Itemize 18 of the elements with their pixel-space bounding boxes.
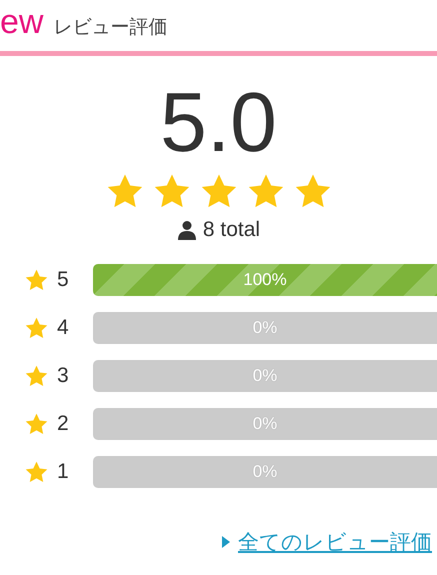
triangle-icon — [222, 536, 230, 548]
star-icon — [24, 316, 49, 340]
star-icon — [24, 412, 49, 436]
star-icon — [24, 460, 49, 484]
section-subtitle: レビュー評価 — [53, 16, 168, 40]
rating-label: 1 — [56, 460, 70, 484]
star-icon — [24, 268, 49, 292]
rating-label: 3 — [56, 364, 70, 388]
review-count: 8 total — [202, 218, 260, 242]
rating-label: 4 — [56, 316, 70, 340]
rating-label: 5 — [56, 268, 70, 292]
brand-title: ew — [0, 2, 44, 43]
all-reviews-link[interactable]: 全てのレビュー評価 — [238, 528, 432, 556]
person-icon — [176, 220, 197, 240]
star-icon — [24, 364, 49, 388]
percent-label: 100% — [243, 270, 287, 290]
rating-label: 2 — [56, 412, 70, 436]
average-score: 5.0 — [159, 76, 278, 168]
